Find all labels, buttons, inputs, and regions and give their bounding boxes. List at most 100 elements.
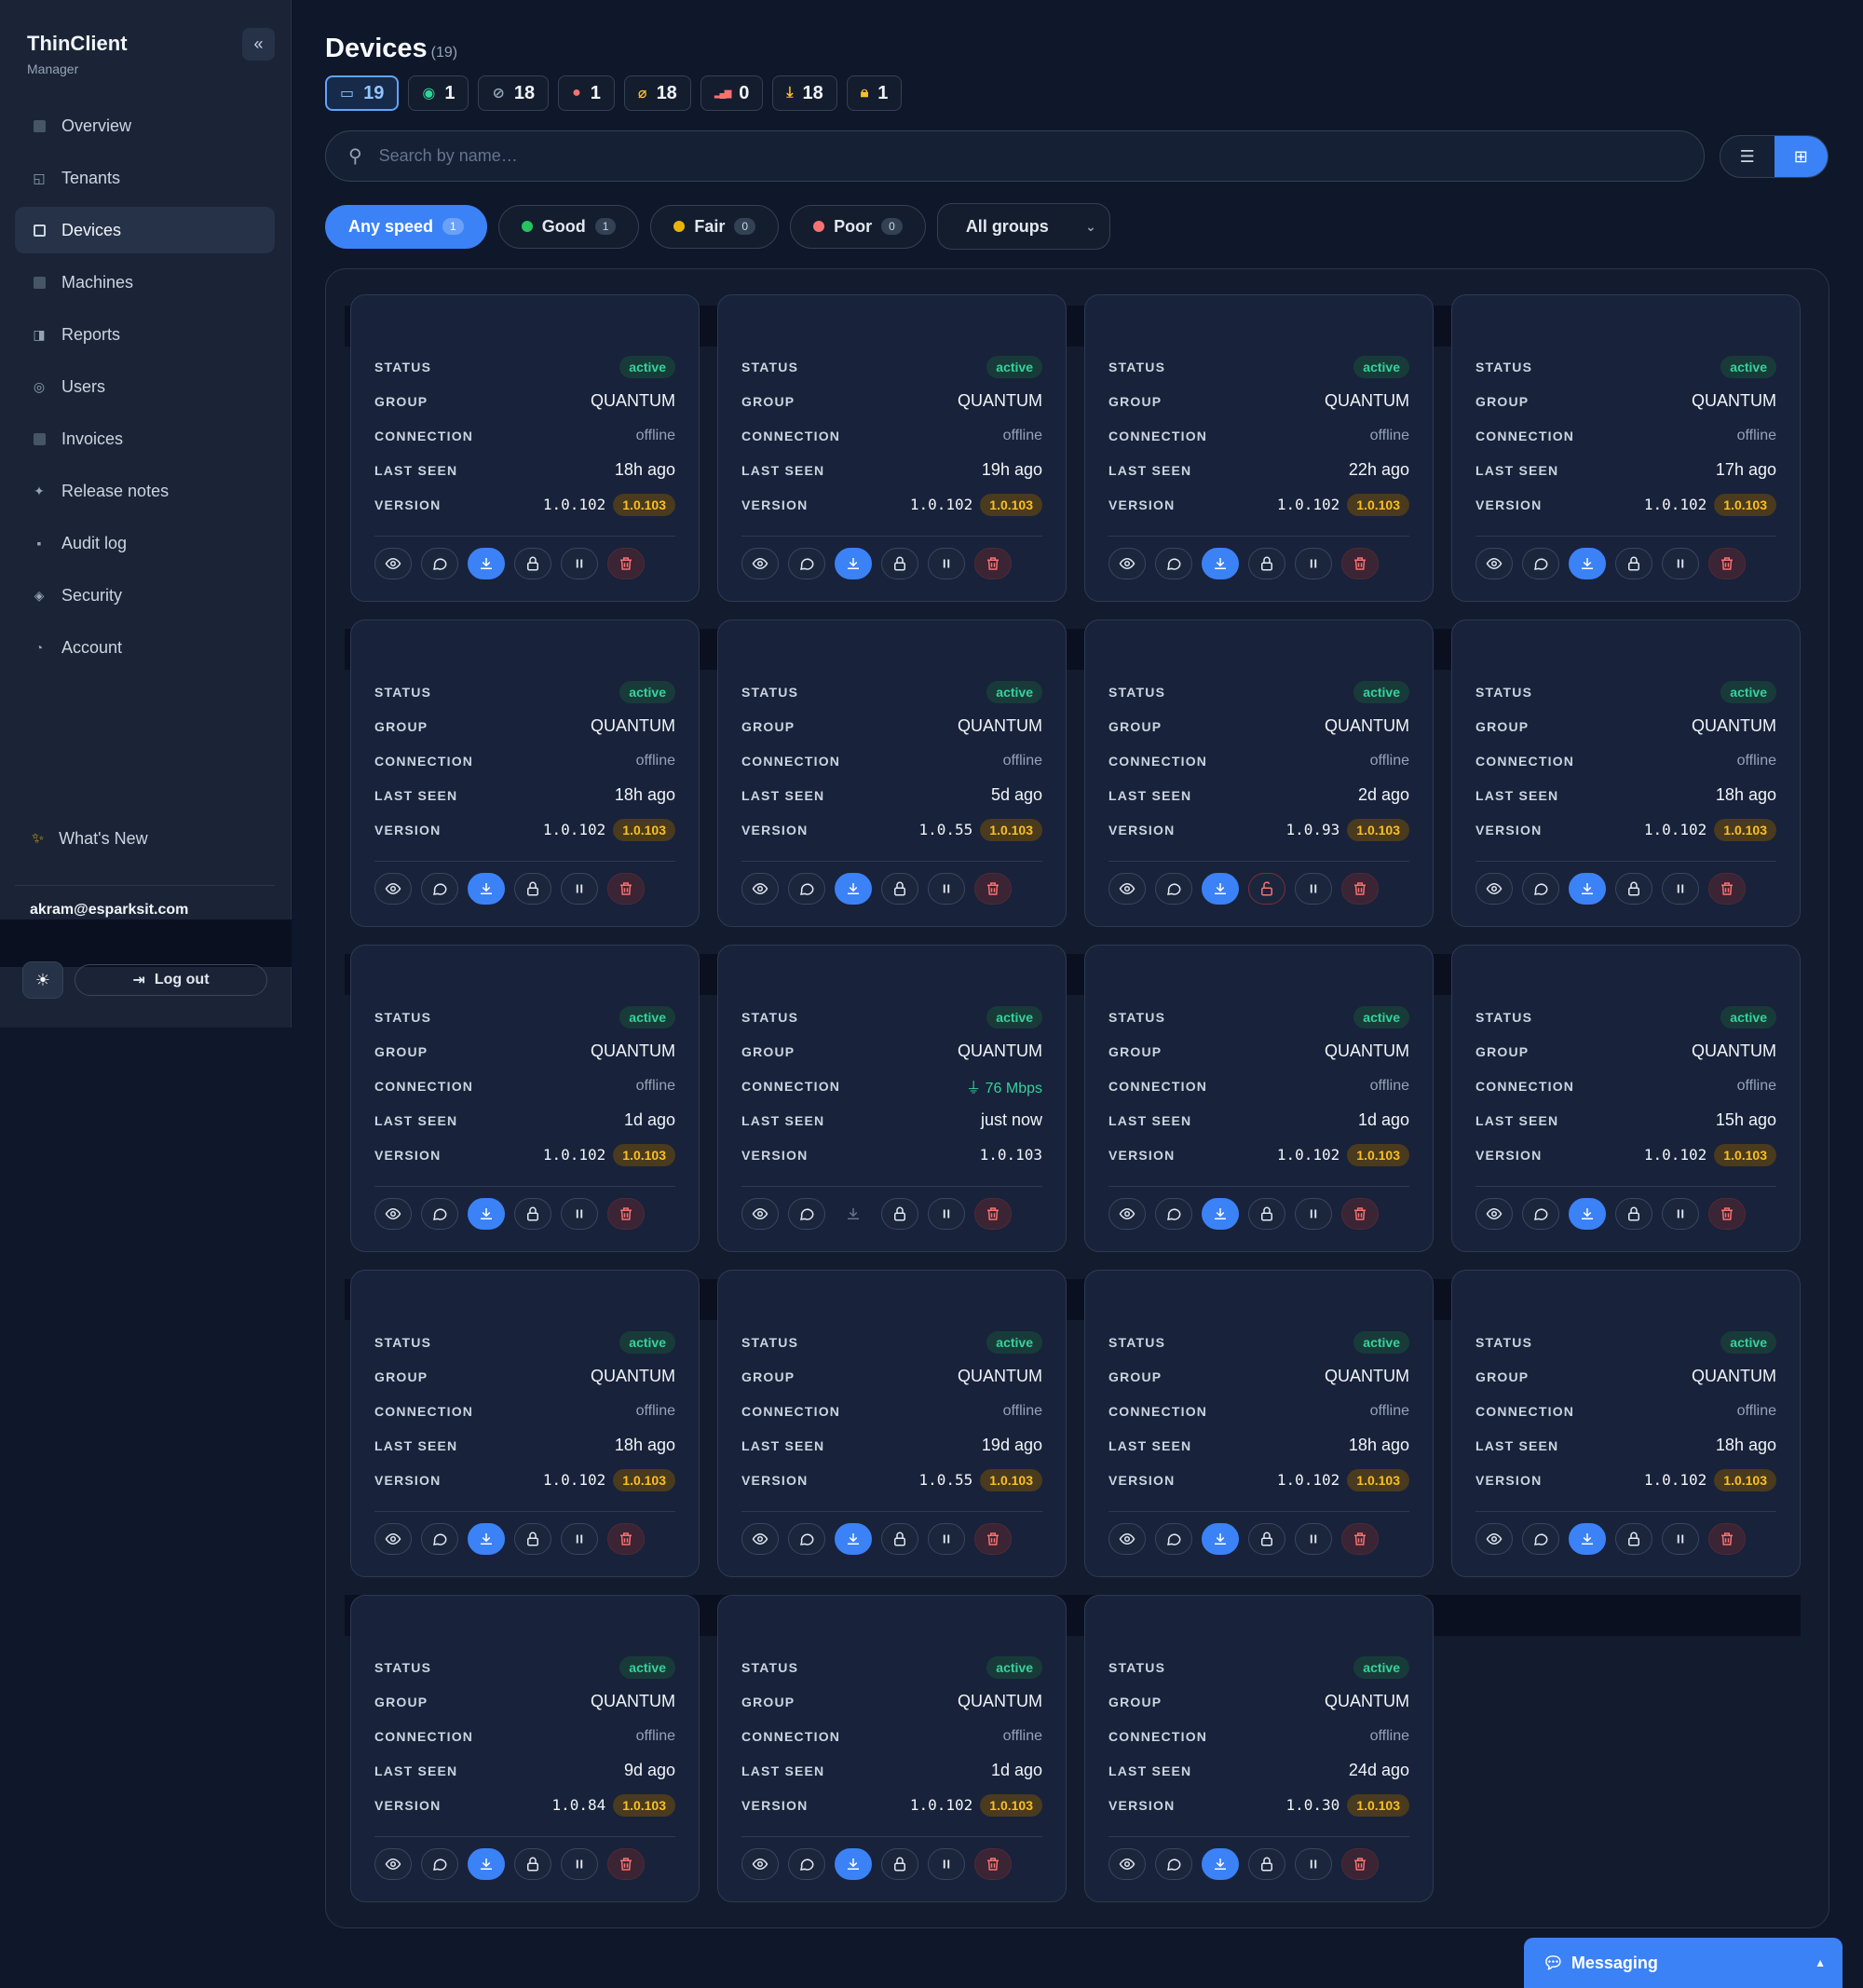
update-button[interactable] (835, 1848, 872, 1880)
pause-button[interactable] (1295, 873, 1332, 905)
lock-button[interactable] (1248, 873, 1285, 905)
message-button[interactable] (1522, 1198, 1559, 1230)
update-button[interactable] (1202, 1848, 1239, 1880)
delete-button[interactable] (607, 1848, 645, 1880)
sidebar-item-security[interactable]: ◈ Security (15, 572, 275, 619)
sidebar-item-audit-log[interactable]: ▪ Audit log (15, 520, 275, 566)
messaging-widget[interactable]: 💬︎ Messaging ▲ (1524, 1938, 1843, 1988)
delete-button[interactable] (974, 873, 1012, 905)
pause-button[interactable] (1662, 1523, 1699, 1555)
view-button[interactable] (1108, 548, 1146, 579)
pause-button[interactable] (1295, 1523, 1332, 1555)
view-button[interactable] (741, 1523, 779, 1555)
message-button[interactable] (788, 1198, 825, 1230)
lock-button[interactable] (881, 1198, 918, 1230)
sidebar-item-reports[interactable]: ◨ Reports (15, 311, 275, 358)
view-button[interactable] (741, 548, 779, 579)
lock-button[interactable] (881, 548, 918, 579)
sidebar-item-release-notes[interactable]: ✦ Release notes (15, 468, 275, 514)
view-button[interactable] (1475, 1198, 1513, 1230)
message-button[interactable] (788, 1523, 825, 1555)
device-card[interactable]: STATUS active GROUP QUANTUM CONNECTION offlin… (350, 294, 700, 602)
message-button[interactable] (421, 548, 458, 579)
view-button[interactable] (741, 873, 779, 905)
pause-button[interactable] (561, 873, 598, 905)
delete-button[interactable] (1341, 1848, 1379, 1880)
logout-button[interactable]: ⇥ Log out (75, 964, 267, 996)
theme-toggle-button[interactable]: ☀︎ (22, 961, 63, 999)
pause-button[interactable] (1662, 1198, 1699, 1230)
device-card[interactable]: STATUS active GROUP QUANTUM CONNECTION offlin… (1451, 294, 1801, 602)
lock-button[interactable] (881, 1848, 918, 1880)
message-button[interactable] (1155, 548, 1192, 579)
message-button[interactable] (1522, 1523, 1559, 1555)
device-card[interactable]: STATUS active GROUP QUANTUM CONNECTION offlin… (350, 620, 700, 927)
lock-button[interactable] (1248, 548, 1285, 579)
grid-view-button[interactable]: ⊞ (1774, 136, 1828, 177)
message-button[interactable] (421, 1523, 458, 1555)
filter-fair[interactable]: Fair 0 (650, 204, 780, 249)
view-button[interactable] (1475, 873, 1513, 905)
delete-button[interactable] (607, 1523, 645, 1555)
stat-no-speed[interactable]: ⌀ 18 (623, 75, 691, 111)
device-card[interactable]: STATUS active GROUP QUANTUM CONNECTION offlin… (717, 294, 1067, 602)
message-button[interactable] (421, 873, 458, 905)
update-button[interactable] (1569, 873, 1606, 905)
collapse-sidebar-button[interactable]: « (242, 28, 275, 61)
stat-lock[interactable]: 🔒︎ 1 (846, 75, 903, 111)
delete-button[interactable] (974, 1198, 1012, 1230)
device-card[interactable]: STATUS active GROUP QUANTUM CONNECTION offlin… (1084, 294, 1434, 602)
message-button[interactable] (1155, 1198, 1192, 1230)
message-button[interactable] (1522, 548, 1559, 579)
device-card[interactable]: STATUS active GROUP QUANTUM CONNECTION offlin… (717, 620, 1067, 927)
update-button[interactable] (1202, 1198, 1239, 1230)
lock-button[interactable] (1248, 1848, 1285, 1880)
delete-button[interactable] (1341, 548, 1379, 579)
sidebar-item-users[interactable]: ◎ Users (15, 363, 275, 410)
delete-button[interactable] (607, 873, 645, 905)
view-button[interactable] (374, 548, 412, 579)
lock-button[interactable] (881, 873, 918, 905)
message-button[interactable] (788, 873, 825, 905)
sidebar-item-overview[interactable]: Overview (15, 102, 275, 149)
update-button[interactable] (835, 548, 872, 579)
pause-button[interactable] (1295, 548, 1332, 579)
delete-button[interactable] (1341, 1198, 1379, 1230)
delete-button[interactable] (1341, 1523, 1379, 1555)
sidebar-item-tenants[interactable]: ◱ Tenants (15, 155, 275, 201)
device-card[interactable]: STATUS active GROUP QUANTUM CONNECTION offlin… (1451, 945, 1801, 1252)
view-button[interactable] (1108, 1198, 1146, 1230)
filter-poor[interactable]: Poor 0 (790, 204, 926, 249)
stat-signal[interactable]: ▂▄▆ 0 (700, 75, 764, 111)
whats-new-link[interactable]: ✨︎ What's New (32, 829, 148, 849)
update-button[interactable] (1202, 1523, 1239, 1555)
device-card[interactable]: STATUS active GROUP QUANTUM CONNECTION offlin… (1084, 620, 1434, 927)
delete-button[interactable] (1708, 873, 1746, 905)
message-button[interactable] (788, 548, 825, 579)
lock-button[interactable] (514, 1523, 551, 1555)
message-button[interactable] (421, 1848, 458, 1880)
lock-button[interactable] (1615, 873, 1652, 905)
lock-button[interactable] (1615, 1523, 1652, 1555)
update-button[interactable] (835, 1523, 872, 1555)
list-view-button[interactable]: ☰ (1720, 136, 1775, 177)
pause-button[interactable] (1295, 1198, 1332, 1230)
pause-button[interactable] (928, 548, 965, 579)
update-button[interactable] (468, 1848, 505, 1880)
delete-button[interactable] (974, 1848, 1012, 1880)
delete-button[interactable] (607, 548, 645, 579)
search-input[interactable] (376, 145, 1663, 167)
device-card[interactable]: STATUS active GROUP QUANTUM CONNECTION offlin… (350, 1595, 700, 1902)
pause-button[interactable] (1662, 548, 1699, 579)
delete-button[interactable] (974, 548, 1012, 579)
view-button[interactable] (1108, 1848, 1146, 1880)
pause-button[interactable] (561, 1523, 598, 1555)
sidebar-item-invoices[interactable]: Invoices (15, 415, 275, 462)
lock-button[interactable] (1248, 1198, 1285, 1230)
device-card[interactable]: STATUS active GROUP QUANTUM CONNECTION offlin… (350, 945, 700, 1252)
view-button[interactable] (374, 1848, 412, 1880)
pause-button[interactable] (1662, 873, 1699, 905)
message-button[interactable] (421, 1198, 458, 1230)
update-button[interactable] (835, 1198, 872, 1230)
update-button[interactable] (1202, 548, 1239, 579)
